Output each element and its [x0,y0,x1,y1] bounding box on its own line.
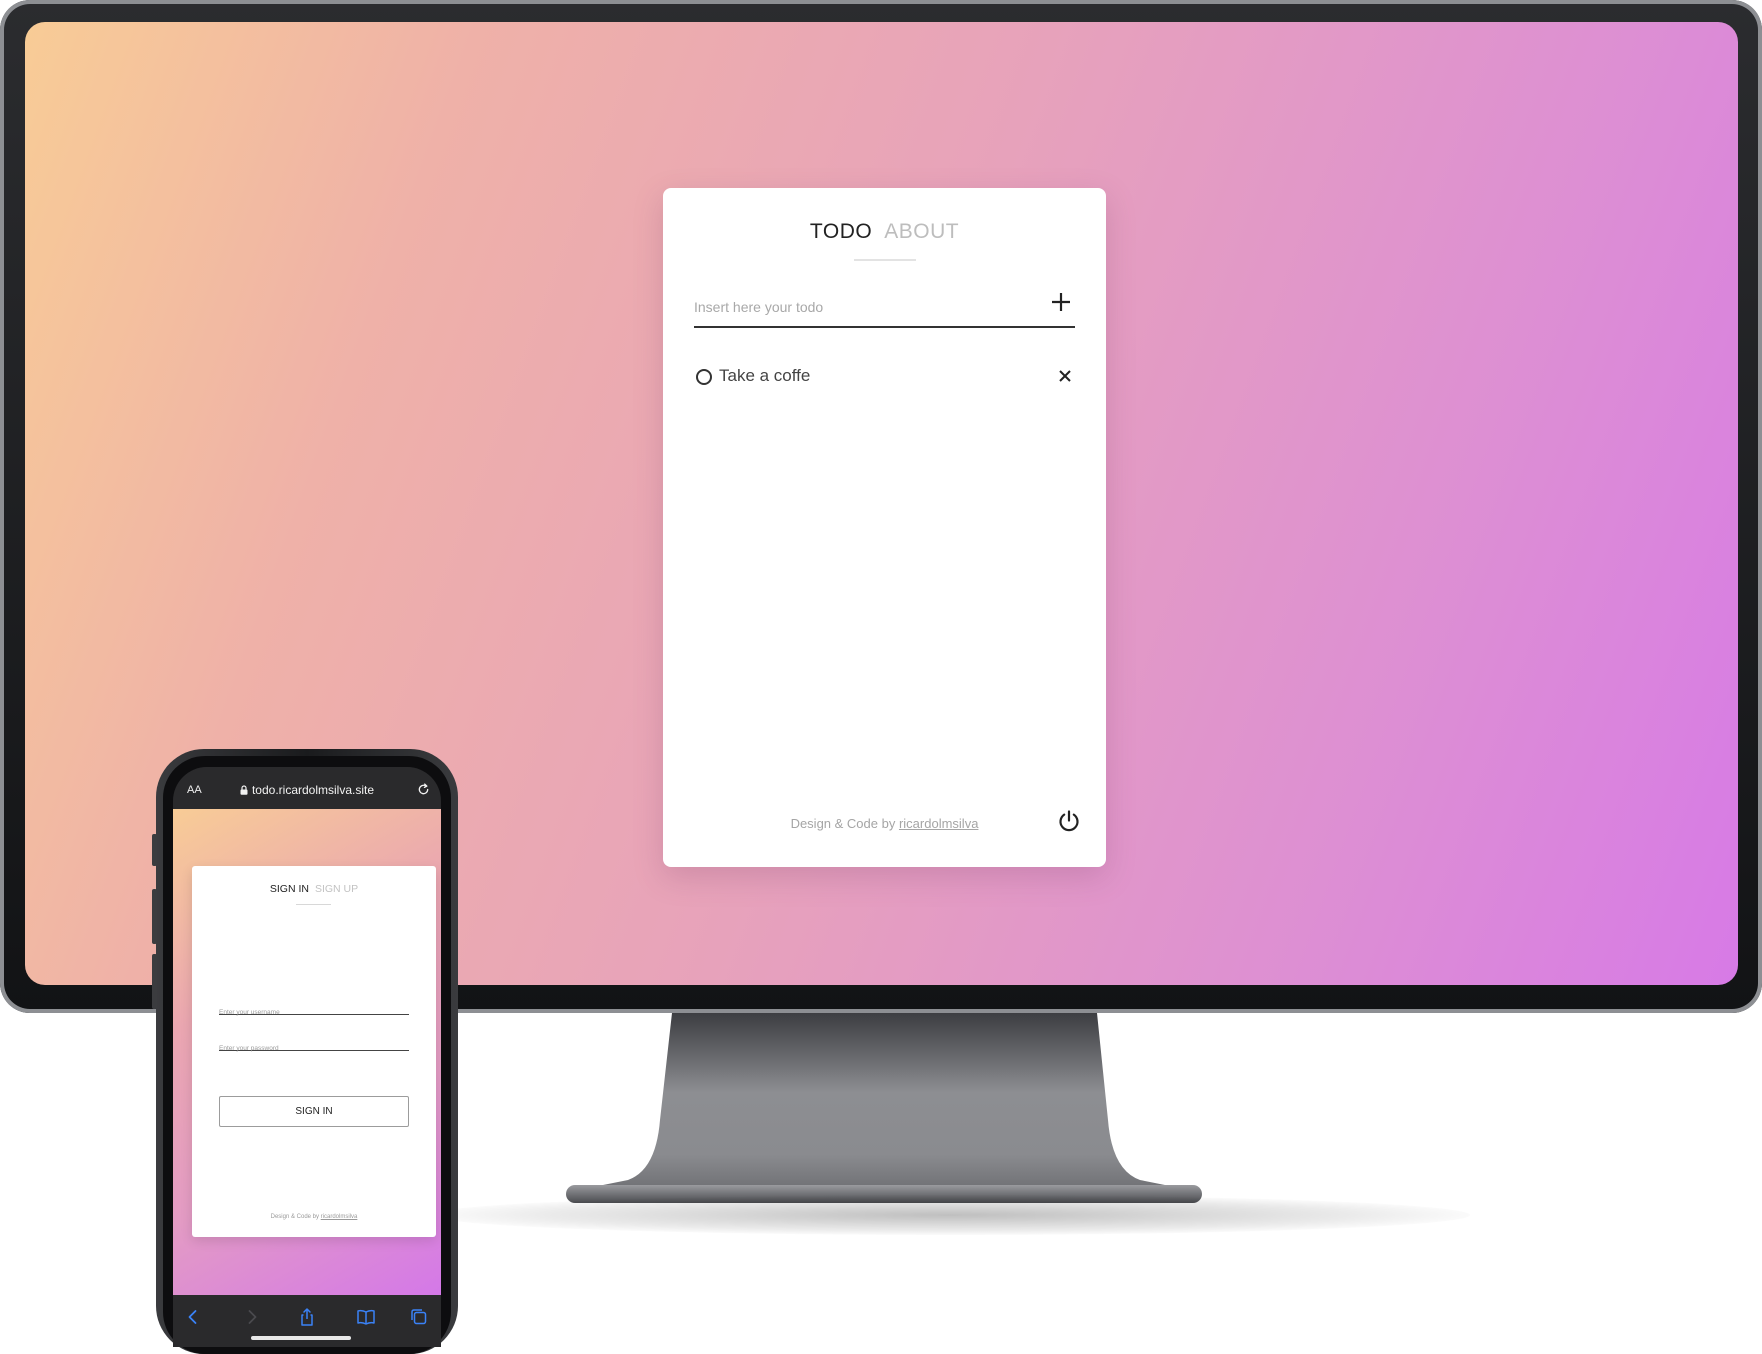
signin-card: SIGN IN SIGN UP SIGN IN Design & Code by… [192,866,436,1237]
reload-icon[interactable] [417,783,430,796]
todo-input-row [694,286,1075,328]
phone-bezel: AA todo.ricardolmsilva.site SIGN IN SIGN… [163,756,451,1354]
username-input[interactable] [219,1009,409,1016]
tabs-icon[interactable] [409,1307,429,1327]
home-indicator [251,1336,351,1340]
tab-underline [854,259,916,261]
credits-prefix: Design & Code by [270,1214,321,1220]
password-input[interactable] [219,1045,409,1052]
forward-icon[interactable] [242,1307,262,1327]
close-icon[interactable] [1057,368,1073,384]
author-link[interactable]: ricardolmsilva [321,1214,358,1220]
todo-card: TODO ABOUT Take a coffe Design & Code by… [663,188,1106,867]
credits-footer: Design & Code by ricardolmsilva [192,1214,436,1220]
todo-item: Take a coffe [694,362,1075,392]
address-field[interactable]: todo.ricardolmsilva.site [173,783,441,797]
browser-url-bar: AA todo.ricardolmsilva.site [173,767,441,809]
phone-side-button [152,954,157,1009]
phone-side-button [152,834,157,866]
tab-sign-in[interactable]: SIGN IN [270,883,309,895]
phone-page: SIGN IN SIGN UP SIGN IN Design & Code by… [173,809,441,1295]
url-text: todo.ricardolmsilva.site [251,783,375,797]
todo-input[interactable] [694,294,1024,320]
phone: AA todo.ricardolmsilva.site SIGN IN SIGN… [152,749,458,1354]
power-icon[interactable] [1057,809,1081,833]
author-link[interactable]: ricardolmsilva [899,816,978,831]
tab-underline [296,904,331,905]
sign-in-button[interactable]: SIGN IN [219,1096,409,1127]
phone-side-button [152,889,157,944]
credits-prefix: Design & Code by [790,816,899,831]
tab-about[interactable]: ABOUT [884,220,959,244]
floor-shadow [430,1195,1470,1235]
plus-icon[interactable] [1049,290,1073,314]
auth-tab-bar: SIGN IN SIGN UP [192,883,436,895]
share-icon[interactable] [297,1307,317,1327]
username-field-row [219,1001,409,1016]
credits-footer: Design & Code by ricardolmsilva [663,816,1106,831]
tab-todo[interactable]: TODO [810,220,872,244]
password-field-row [219,1037,409,1052]
todo-item-label: Take a coffe [719,366,811,385]
phone-screen: AA todo.ricardolmsilva.site SIGN IN SIGN… [173,767,441,1347]
back-icon[interactable] [183,1307,203,1327]
bookmarks-icon[interactable] [356,1307,376,1327]
tab-bar: TODO ABOUT [663,220,1106,244]
todo-checkbox[interactable] [696,369,712,385]
lock-icon [240,785,248,795]
tab-sign-up[interactable]: SIGN UP [315,883,358,895]
